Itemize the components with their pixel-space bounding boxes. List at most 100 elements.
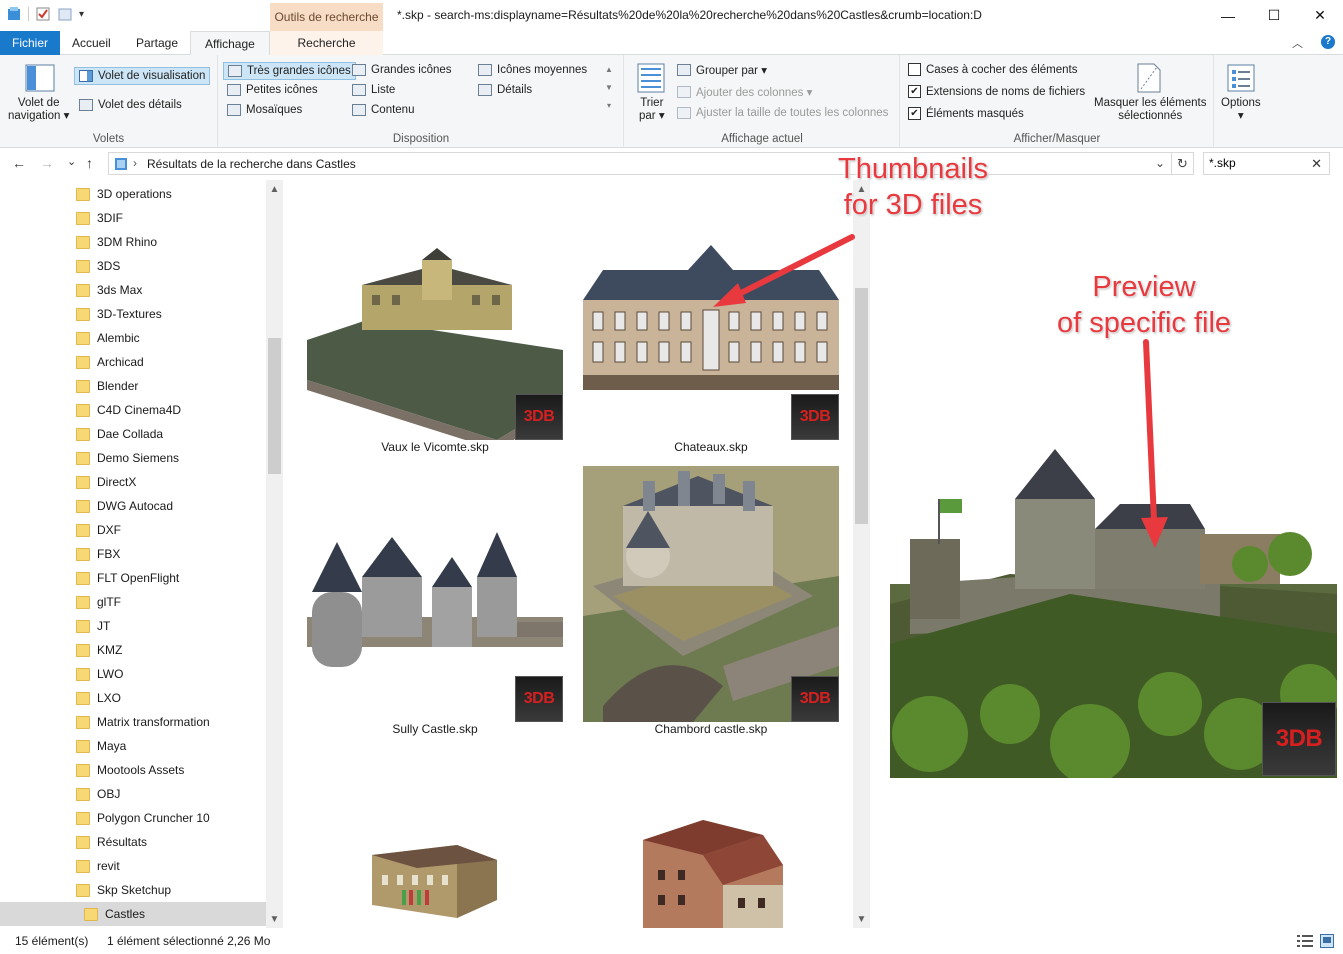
sidebar-item-lwo[interactable]: LWO [0,662,266,686]
layout-medium-icons[interactable]: Icônes moyennes [478,64,587,76]
layout-small-icons[interactable]: Petites icônes [227,84,318,96]
sidebar-item-blender[interactable]: Blender [0,374,266,398]
forward-button[interactable]: → [40,155,54,171]
search-input[interactable] [1209,156,1304,170]
tab-search[interactable]: Recherche [270,31,383,55]
new-folder-icon[interactable] [57,6,73,22]
content-scrollbar[interactable]: ▲ ▼ [853,180,870,928]
item-checkboxes-checkbox[interactable] [908,63,921,76]
options-button[interactable]: Options ▾ [1221,97,1261,123]
sidebar-item-fbx[interactable]: FBX [0,542,266,566]
address-dropdown-icon[interactable]: ⌄ [1155,156,1165,170]
hide-selected-button[interactable]: Masquer les éléments sélectionnés [1094,97,1207,123]
nav-scrollbar[interactable]: ▲ ▼ [266,180,283,928]
sidebar-item-obj[interactable]: OBJ [0,782,266,806]
sidebar-item-dxf[interactable]: DXF [0,518,266,542]
sidebar-item-3ds-max[interactable]: 3ds Max [0,278,266,302]
minimize-button[interactable]: — [1205,0,1251,31]
file-extensions-toggle[interactable]: ✔ Extensions de noms de fichiers [908,85,1085,98]
sidebar-item-kmz[interactable]: KMZ [0,638,266,662]
folder-icon [76,379,90,393]
sidebar-item-dwg-autocad[interactable]: DWG Autocad [0,494,266,518]
group-by-button[interactable]: Grouper par ▾ [677,63,767,77]
collapse-ribbon-icon[interactable]: ︿ [1292,35,1303,51]
large-icons-icon [352,64,366,76]
close-button[interactable]: ✕ [1297,0,1343,31]
explorer-app-icon[interactable] [6,6,22,22]
sort-by-button[interactable]: Trier par ▾ [639,97,665,123]
sidebar-item-demo-siemens[interactable]: Demo Siemens [0,446,266,470]
maximize-button[interactable]: ☐ [1251,0,1297,31]
file-tile[interactable]: 3DB Chambord castle.skp [583,466,839,746]
recent-locations-button[interactable]: ⌄ [67,155,76,168]
tab-file[interactable]: Fichier [0,31,61,55]
content-scroll-down[interactable]: ▼ [853,914,870,925]
hidden-items-toggle[interactable]: ✔ Éléments masqués [908,107,1024,120]
file-extensions-checkbox[interactable]: ✔ [908,85,921,98]
file-tile[interactable] [583,800,839,928]
sidebar-item-c4d-cinema4d[interactable]: C4D Cinema4D [0,398,266,422]
breadcrumb[interactable]: Résultats de la recherche dans Castles [147,157,356,171]
sidebar-item-3d-operations[interactable]: 3D operations [0,182,266,206]
layout-gallery-scroll[interactable]: ▲ ▼ ▾ [603,61,615,121]
address-bar[interactable]: › Résultats de la recherche dans Castles… [108,152,1172,175]
breadcrumb-separator[interactable]: › [133,156,137,170]
sidebar-item-alembic[interactable]: Alembic [0,326,266,350]
tab-share[interactable]: Partage [122,31,192,55]
nav-scroll-thumb[interactable] [268,338,281,474]
clear-search-icon[interactable]: ✕ [1311,156,1322,172]
sidebar-item-castles[interactable]: Castles [0,902,266,926]
layout-large-icons[interactable]: Grandes icônes [352,64,452,76]
sidebar-item-flt-openflight[interactable]: FLT OpenFlight [0,566,266,590]
layout-list[interactable]: Liste [352,84,395,96]
file-tile[interactable] [307,800,563,928]
sidebar-item-archicad[interactable]: Archicad [0,350,266,374]
item-checkboxes-toggle[interactable]: Cases à cocher des éléments [908,63,1078,76]
sidebar-item-3dm-rhino[interactable]: 3DM Rhino [0,230,266,254]
sidebar-item-3ds[interactable]: 3DS [0,254,266,278]
nav-scroll-up[interactable]: ▲ [266,184,283,195]
details-pane-button[interactable]: Volet des détails [79,99,182,111]
file-tile[interactable]: 3DB Sully Castle.skp [307,466,563,746]
sidebar-item-revit[interactable]: revit [0,854,266,878]
sidebar-item-skp-sketchup[interactable]: Skp Sketchup [0,878,266,902]
show-hide-group-label: Afficher/Masquer [1013,133,1101,145]
hidden-items-checkbox[interactable]: ✔ [908,107,921,120]
sidebar-item-r-sultats[interactable]: Résultats [0,830,266,854]
details-view-icon[interactable] [1297,935,1313,947]
customize-qat-icon[interactable]: ▾ [79,9,84,20]
tab-view[interactable]: Affichage [190,31,270,56]
sidebar-item-jt[interactable]: JT [0,614,266,638]
sidebar-item-gltf[interactable]: glTF [0,590,266,614]
up-button[interactable]: ↑ [86,155,93,171]
sidebar-item-3dif[interactable]: 3DIF [0,206,266,230]
sidebar-item-directx[interactable]: DirectX [0,470,266,494]
layout-extra-large-icons[interactable]: Très grandes icônes [223,62,356,80]
sidebar-item-mootools-assets[interactable]: Mootools Assets [0,758,266,782]
sidebar-item-lxo[interactable]: LXO [0,686,266,710]
file-extensions-label: Extensions de noms de fichiers [926,85,1086,98]
sidebar-item-dae-collada[interactable]: Dae Collada [0,422,266,446]
back-button[interactable]: ← [12,155,26,171]
tab-home[interactable]: Accueil [58,31,125,55]
content-scroll-thumb[interactable] [855,288,868,524]
help-icon[interactable]: ? [1321,35,1335,49]
file-view: 3DB Vaux le Vicomte.skp 3DB Chateaux.skp [283,180,870,928]
preview-pane-button[interactable]: Volet de visualisation [74,67,211,85]
add-columns-button[interactable]: Ajouter des colonnes ▾ [677,85,812,99]
nav-scroll-down[interactable]: ▼ [266,914,283,925]
layout-details[interactable]: Détails [478,84,532,96]
search-box[interactable]: ✕ [1203,152,1330,175]
sidebar-item-polygon-cruncher-10[interactable]: Polygon Cruncher 10 [0,806,266,830]
folder-icon [76,331,90,345]
properties-icon[interactable] [35,6,51,22]
sidebar-item-3d-textures[interactable]: 3D-Textures [0,302,266,326]
sidebar-item-matrix-transformation[interactable]: Matrix transformation [0,710,266,734]
sidebar-item-maya[interactable]: Maya [0,734,266,758]
size-columns-button[interactable]: Ajuster la taille de toutes les colonnes [677,107,888,119]
layout-tiles[interactable]: Mosaïques [227,104,302,116]
large-icons-view-icon[interactable] [1320,934,1334,948]
layout-content[interactable]: Contenu [352,104,414,116]
navigation-pane-button[interactable]: Volet de navigation ▾ [8,97,69,123]
refresh-button[interactable]: ↻ [1172,152,1194,175]
